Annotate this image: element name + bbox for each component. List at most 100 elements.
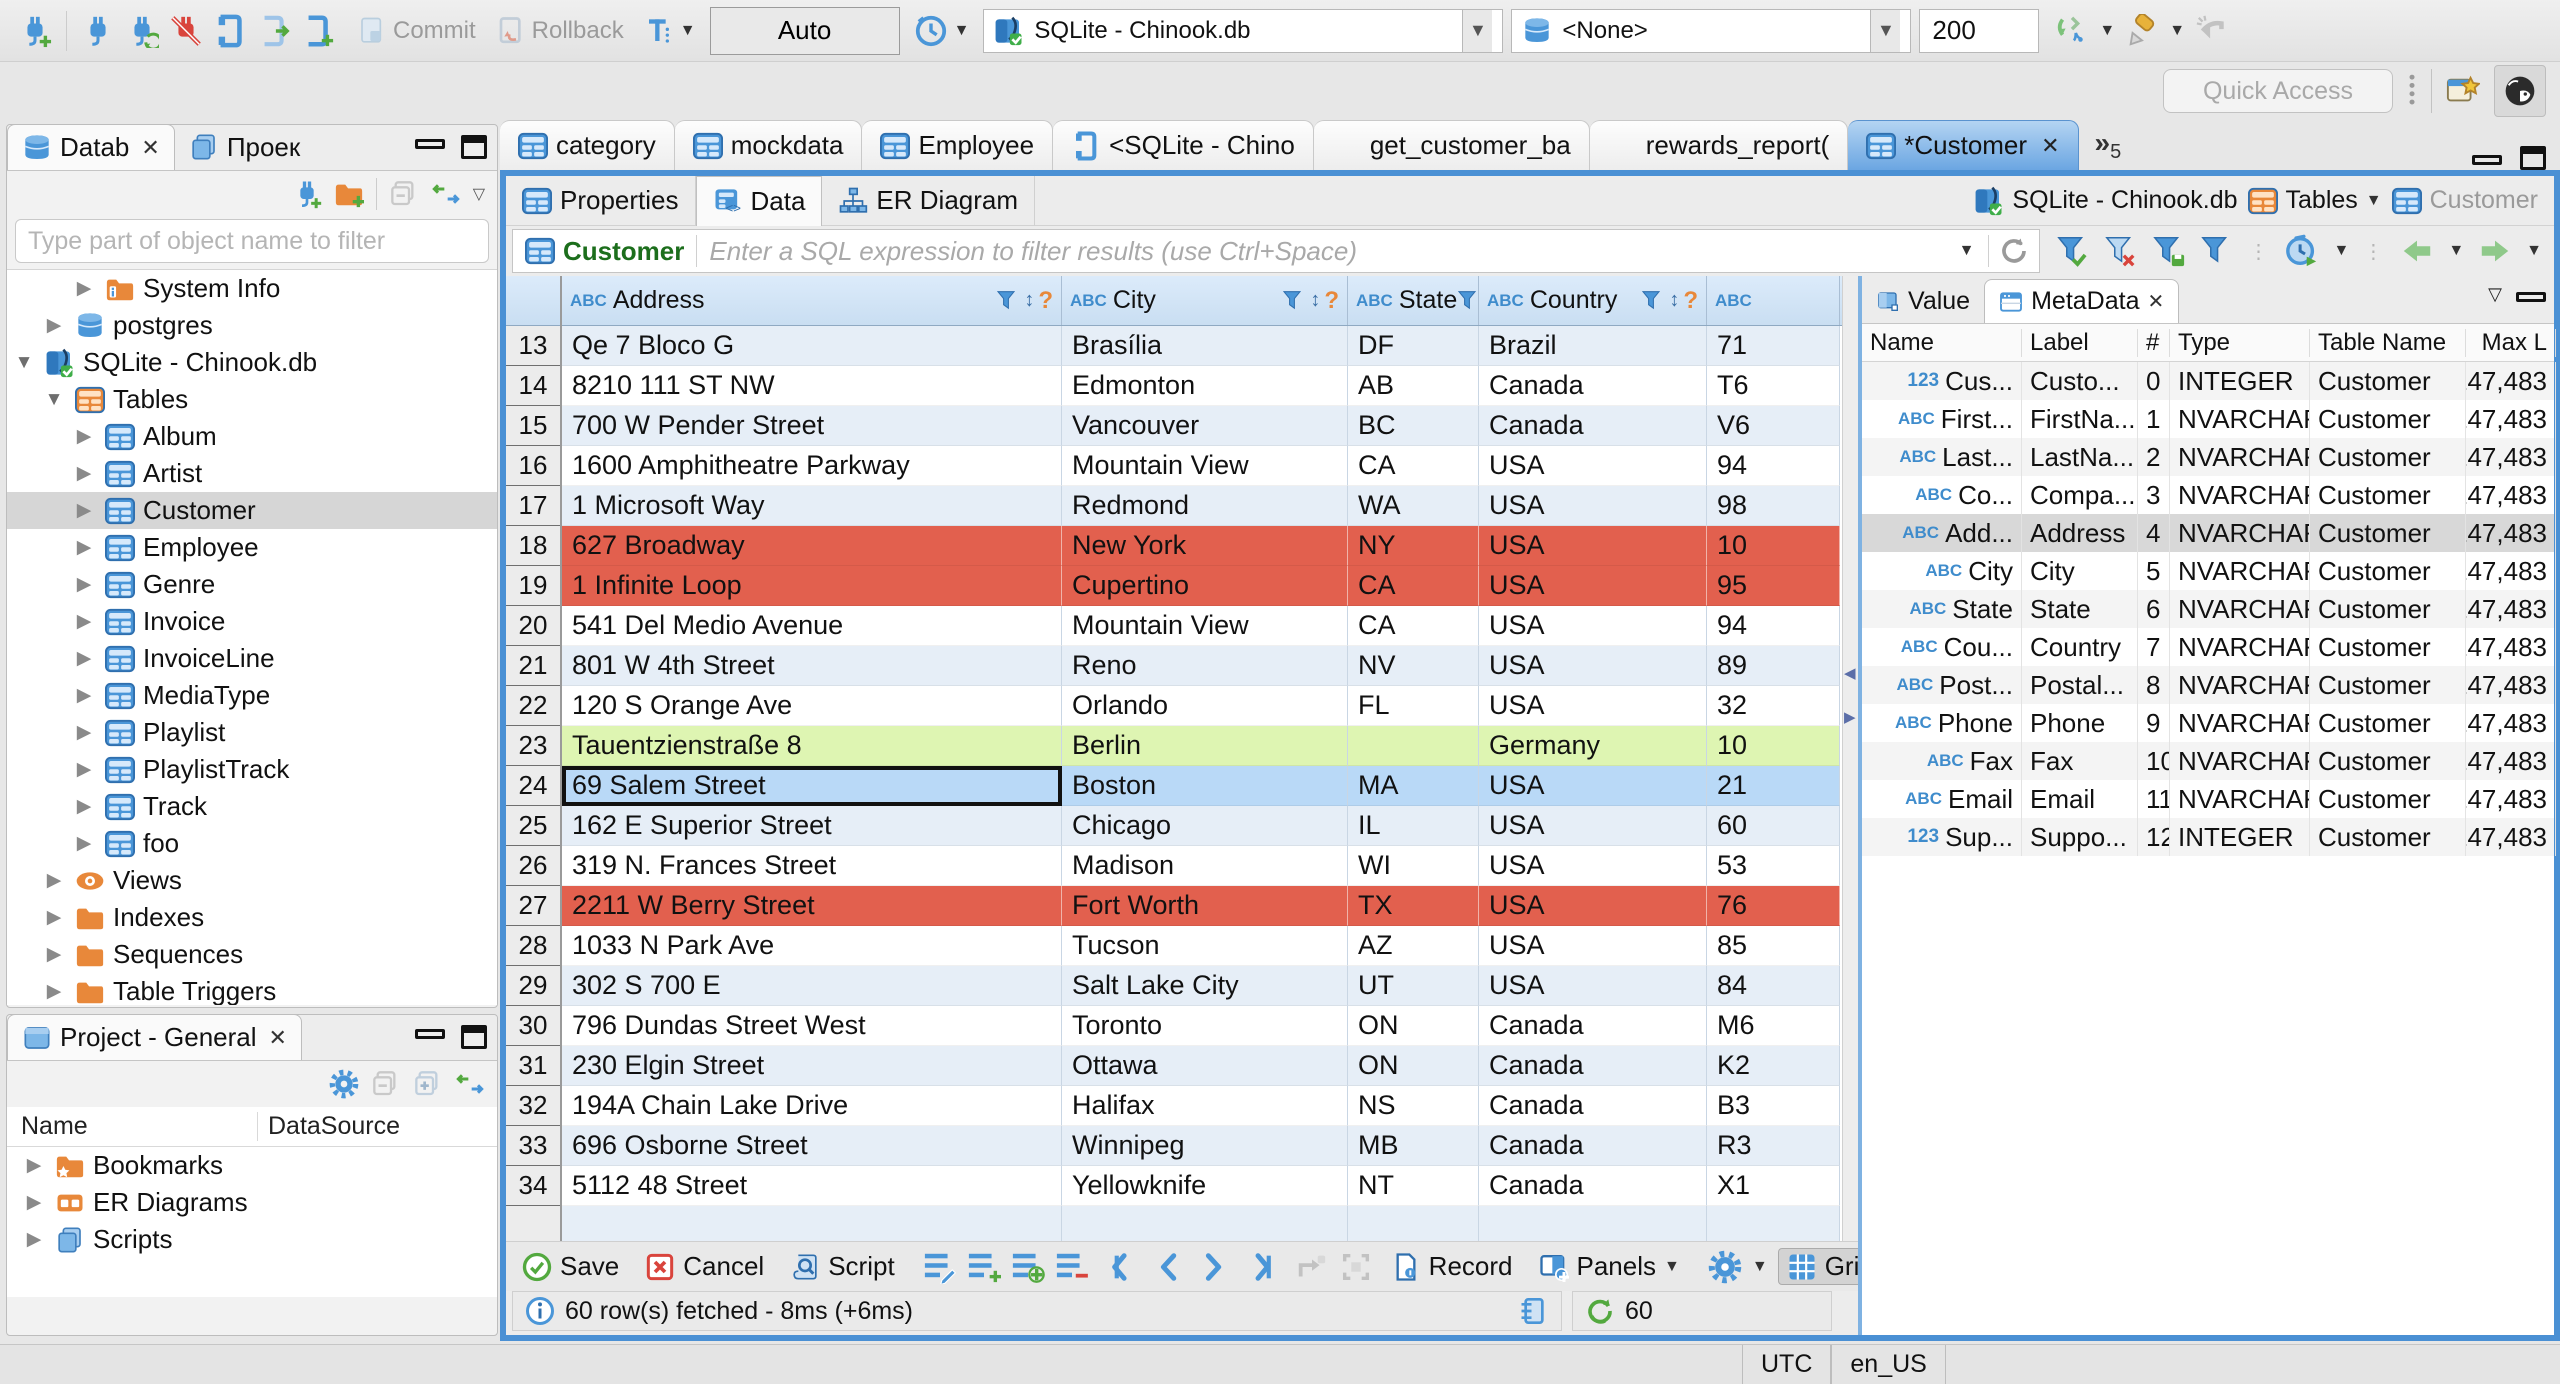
editor-tab-category[interactable]: category <box>500 120 675 170</box>
tree-item-postgres[interactable]: ▶ postgres <box>7 307 497 344</box>
close-icon[interactable]: ✕ <box>141 135 159 161</box>
expand-arrow-icon[interactable]: ▶ <box>71 499 97 522</box>
metadata-row-address[interactable]: ABCAdd...Address4NVARCHARCustomer2,147,4… <box>1862 514 2556 552</box>
row-number[interactable]: 28 <box>506 926 560 966</box>
connect-icon[interactable] <box>81 14 115 48</box>
metadata-column-header[interactable]: Name <box>1862 328 2022 357</box>
project-item-scripts[interactable]: ▶ Scripts <box>7 1221 497 1258</box>
grid-cell[interactable]: Salt Lake City <box>1062 966 1348 1006</box>
view-menu-icon[interactable]: ▽ <box>473 184 485 204</box>
inline-edit-icon[interactable] <box>1339 1250 1373 1284</box>
expand-arrow-icon[interactable]: ▶ <box>71 573 97 596</box>
metadata-row-phone[interactable]: ABCPhonePhone9NVARCHARCustomer2,147,483 <box>1862 704 2556 742</box>
next-row-icon[interactable] <box>1197 1250 1231 1284</box>
grid-cell[interactable]: USA <box>1479 646 1707 686</box>
sql-filter-box[interactable]: Customer Enter a SQL expression to filte… <box>512 229 2041 273</box>
calc-panel-icon[interactable] <box>1519 1296 1549 1326</box>
grid-cell[interactable]: M6 <box>1707 1006 1840 1046</box>
metadata-row-city[interactable]: ABCCityCity5NVARCHARCustomer2,147,483 <box>1862 552 2556 590</box>
collapse-arrow-icon[interactable]: ▼ <box>41 389 67 411</box>
refresh-connection-icon[interactable] <box>2055 14 2089 48</box>
minimize-icon[interactable] <box>415 1029 445 1039</box>
grid-cell[interactable]: Ottawa <box>1062 1046 1348 1086</box>
tree-item-table-triggers[interactable]: ▶ Table Triggers <box>7 973 497 1005</box>
grid-cell[interactable]: USA <box>1479 766 1707 806</box>
subtab-data[interactable]: <> Data <box>695 175 823 226</box>
grid-cell[interactable]: Tauentzienstraße 8 <box>562 726 1062 766</box>
grid-cell[interactable]: R3 <box>1707 1126 1840 1166</box>
row-number[interactable]: 15 <box>506 406 560 446</box>
breadcrumb-connection[interactable]: SQLite - Chinook.db <box>1974 186 2238 216</box>
highlight-icon[interactable] <box>2125 13 2159 48</box>
grid-cell[interactable]: USA <box>1479 446 1707 486</box>
grid-cell[interactable]: K2 <box>1707 1046 1840 1086</box>
duplicate-row-icon[interactable] <box>1011 1250 1045 1284</box>
transaction-mode-button[interactable]: ▼ <box>638 12 702 50</box>
grid-cell[interactable]: Canada <box>1479 1166 1707 1206</box>
column-header-clipped[interactable]: ABC <box>1707 276 1840 325</box>
new-sql-editor-icon[interactable] <box>257 14 291 48</box>
grid-cell[interactable]: USA <box>1479 886 1707 926</box>
rollback-button[interactable]: Rollback <box>490 12 630 50</box>
connection-combo[interactable]: SQLite - Chinook.db ▼ <box>983 8 1504 53</box>
grid-cell[interactable]: ON <box>1348 1046 1479 1086</box>
grid-cell[interactable]: USA <box>1479 806 1707 846</box>
add-row-icon[interactable] <box>967 1250 1001 1284</box>
column-header-state[interactable]: ABCState↕? <box>1348 276 1479 325</box>
grid-vertical-scrollbar[interactable]: ◀ ▶ <box>1842 276 1858 1241</box>
grid-cell[interactable]: IL <box>1348 806 1479 846</box>
execution-timer-icon[interactable] <box>2285 234 2319 268</box>
grid-cell[interactable]: Cupertino <box>1062 566 1348 606</box>
subtab-er-diagram[interactable]: ER Diagram <box>822 175 1036 226</box>
collapse-all-icon[interactable] <box>389 179 419 209</box>
project-item-er-diagrams[interactable]: ▶ ER Diagrams <box>7 1184 497 1221</box>
editor-tab-mockdata[interactable]: mockdata <box>674 120 863 170</box>
expand-arrow-icon[interactable]: ▶ <box>41 980 67 1003</box>
metadata-column-header[interactable]: # <box>2138 328 2170 357</box>
expand-arrow-icon[interactable]: ▶ <box>71 795 97 818</box>
grid-cell[interactable]: ON <box>1348 1006 1479 1046</box>
row-number[interactable]: 16 <box>506 446 560 486</box>
grid-cell[interactable]: 84 <box>1707 966 1840 1006</box>
grid-cell[interactable]: 8210 111 ST NW <box>562 366 1062 406</box>
grid-cell[interactable]: Vancouver <box>1062 406 1348 446</box>
minimize-icon[interactable] <box>415 139 445 149</box>
tab-projects[interactable]: Проек <box>175 124 314 170</box>
grid-cell[interactable]: TX <box>1348 886 1479 926</box>
grid-cell[interactable]: 627 Broadway <box>562 526 1062 566</box>
grid-cell[interactable]: USA <box>1479 966 1707 1006</box>
grid-cell[interactable]: 94 <box>1707 606 1840 646</box>
grid-cell[interactable]: Redmond <box>1062 486 1348 526</box>
grid-cell[interactable]: Yellowknife <box>1062 1166 1348 1206</box>
new-folder-icon[interactable] <box>334 179 364 209</box>
column-sort-icon[interactable]: ↕ <box>1310 289 1320 312</box>
grid-cell[interactable]: CA <box>1348 446 1479 486</box>
close-icon[interactable]: ✕ <box>2147 289 2164 314</box>
expand-arrow-icon[interactable]: ▶ <box>71 647 97 670</box>
new-connection-icon[interactable] <box>292 179 322 209</box>
metadata-row-country[interactable]: ABCCou...Country7NVARCHARCustomer2,147,4… <box>1862 628 2556 666</box>
row-number[interactable]: 24 <box>506 766 560 806</box>
column-header-name[interactable]: Name <box>7 1112 257 1141</box>
script-button[interactable]: Script <box>782 1249 902 1284</box>
combo-dropdown-icon[interactable]: ▼ <box>1462 9 1493 52</box>
metadata-column-header[interactable]: Table Name <box>2310 328 2466 357</box>
metadata-row-state[interactable]: ABCStateState6NVARCHARCustomer2,147,483 <box>1862 590 2556 628</box>
column-sort-icon[interactable]: ↕ <box>1024 289 1034 312</box>
grid-cell[interactable]: Canada <box>1479 1006 1707 1046</box>
expand-arrow-icon[interactable]: ▶ <box>21 1191 47 1214</box>
metadata-row-fax[interactable]: ABCFaxFax10NVARCHARCustomer2,147,483 <box>1862 742 2556 780</box>
grid-cell[interactable]: CA <box>1348 606 1479 646</box>
grid-cell[interactable]: Brasília <box>1062 326 1348 366</box>
grid-cell[interactable]: 700 W Pender Street <box>562 406 1062 446</box>
grid-cell[interactable]: BC <box>1348 406 1479 446</box>
collapse-all-icon[interactable] <box>371 1069 401 1099</box>
tree-item-invoice[interactable]: ▶ Invoice <box>7 603 497 640</box>
tree-item-sqlite-chinook-db[interactable]: ▼ SQLite - Chinook.db <box>7 344 497 381</box>
grid-cell[interactable]: Mountain View <box>1062 446 1348 486</box>
grid-cell[interactable]: 69 Salem Street <box>562 766 1062 806</box>
refresh-icon[interactable] <box>1999 236 2029 266</box>
expand-arrow-icon[interactable]: ▶ <box>41 869 67 892</box>
locale-indicator[interactable]: en_US <box>1831 1345 1946 1384</box>
grid-cell[interactable]: 10 <box>1707 726 1840 766</box>
